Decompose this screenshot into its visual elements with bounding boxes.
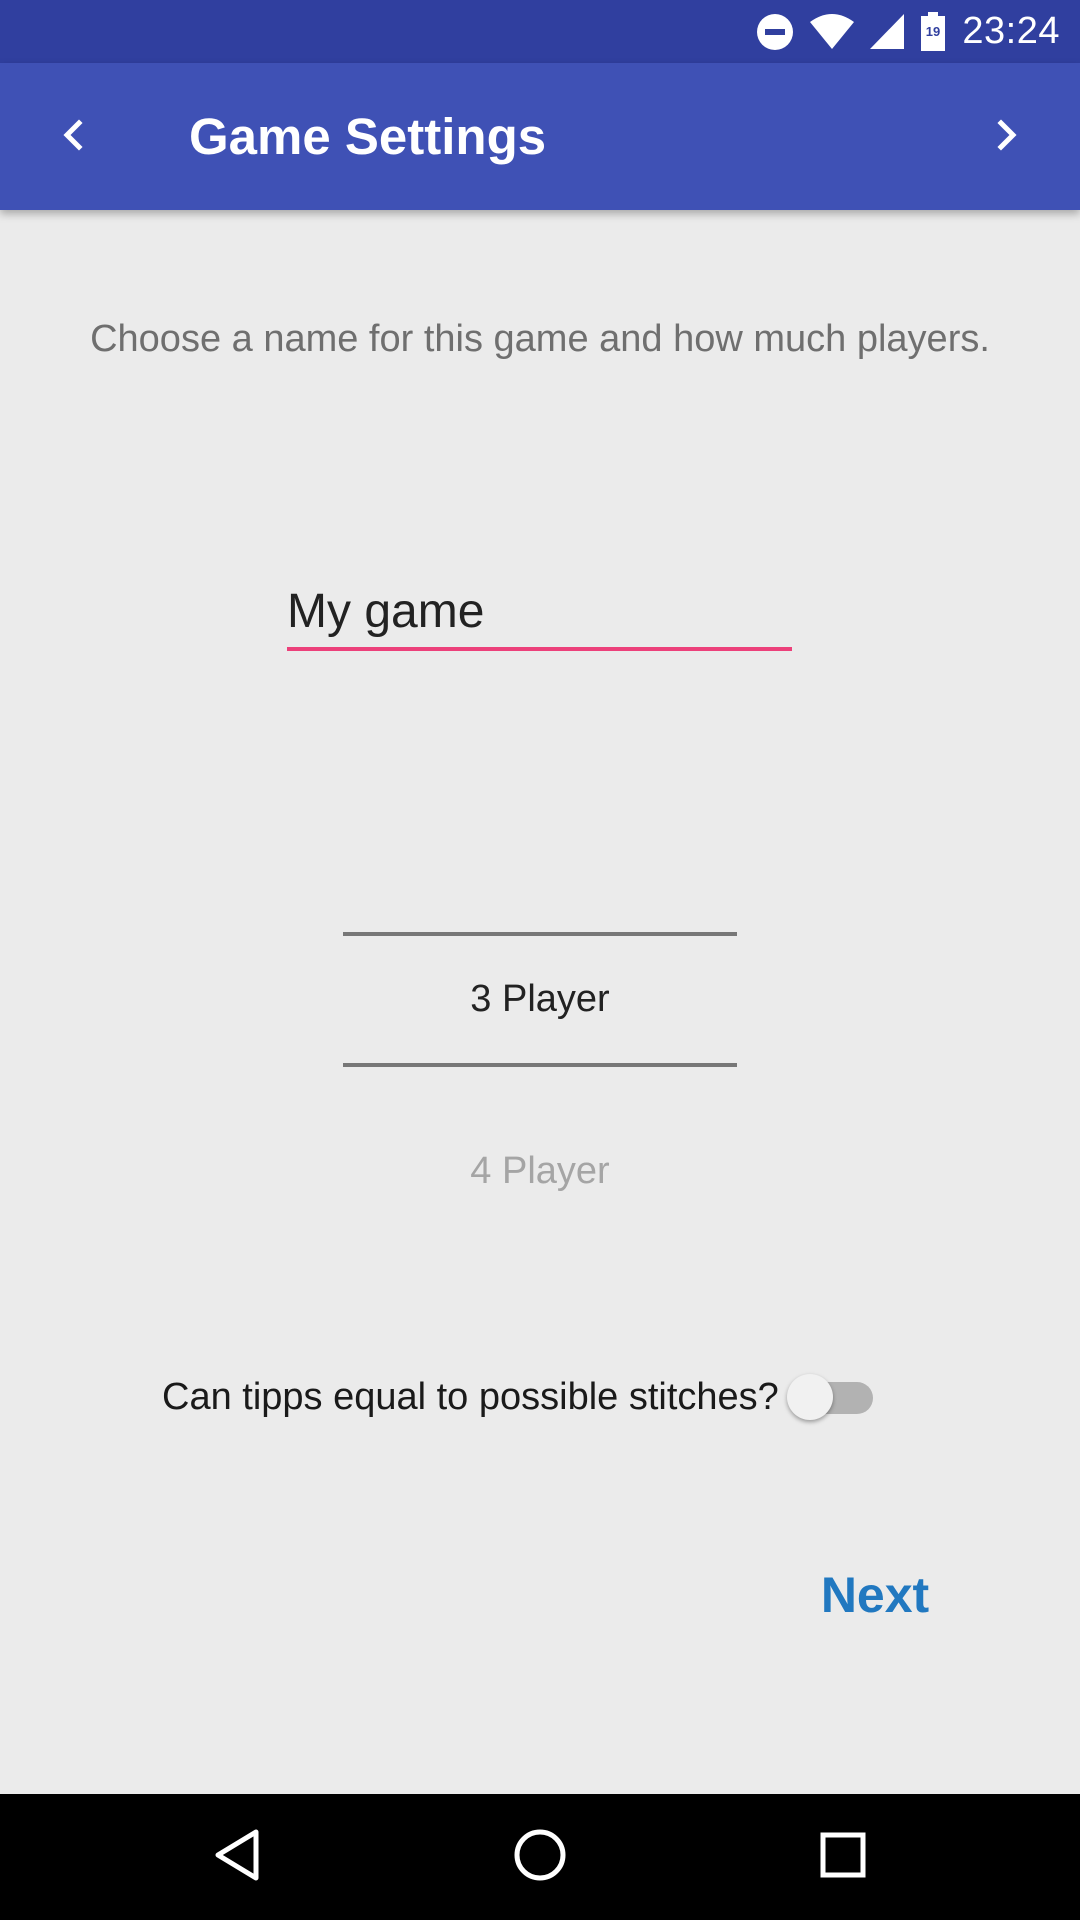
chevron-right-icon xyxy=(986,115,1026,160)
system-recents-button[interactable] xyxy=(803,1817,883,1897)
back-button[interactable] xyxy=(32,95,116,179)
recents-square-icon xyxy=(819,1831,867,1884)
app-bar: Game Settings xyxy=(0,63,1080,210)
page-title: Game Settings xyxy=(189,108,547,165)
equal-tipps-setting: Can tipps equal to possible stitches? xyxy=(162,1372,873,1422)
equal-tipps-label: Can tipps equal to possible stitches? xyxy=(162,1375,779,1418)
game-name-input[interactable] xyxy=(287,575,792,651)
system-back-button[interactable] xyxy=(197,1817,277,1897)
battery-level: 19 xyxy=(926,24,940,39)
picker-divider-bottom xyxy=(343,1063,737,1067)
picker-next-value[interactable]: 4 Player xyxy=(343,1150,737,1193)
status-icons: 19 23:24 xyxy=(756,0,1060,63)
home-circle-icon xyxy=(513,1828,567,1887)
instructions-text: Choose a name for this game and how much… xyxy=(90,318,990,360)
next-button[interactable]: Next xyxy=(800,1560,950,1630)
do-not-disturb-icon xyxy=(756,13,794,51)
chevron-left-icon xyxy=(54,115,94,160)
battery-icon: 19 xyxy=(920,11,946,52)
signal-icon xyxy=(870,13,905,50)
status-bar: 19 23:24 xyxy=(0,0,1080,63)
picker-selected-value[interactable]: 3 Player xyxy=(343,936,737,1063)
game-settings-screen: 19 23:24 Game Settings Choose a name for… xyxy=(0,0,1080,1920)
back-triangle-icon xyxy=(212,1828,262,1887)
player-count-picker[interactable]: 3 Player xyxy=(343,932,737,1067)
system-home-button[interactable] xyxy=(500,1817,580,1897)
equal-tipps-switch[interactable] xyxy=(786,1372,873,1422)
navigation-bar xyxy=(0,1794,1080,1920)
forward-button[interactable] xyxy=(964,95,1048,179)
status-time: 23:24 xyxy=(962,10,1060,52)
wifi-icon xyxy=(810,13,855,50)
switch-thumb xyxy=(786,1374,833,1420)
